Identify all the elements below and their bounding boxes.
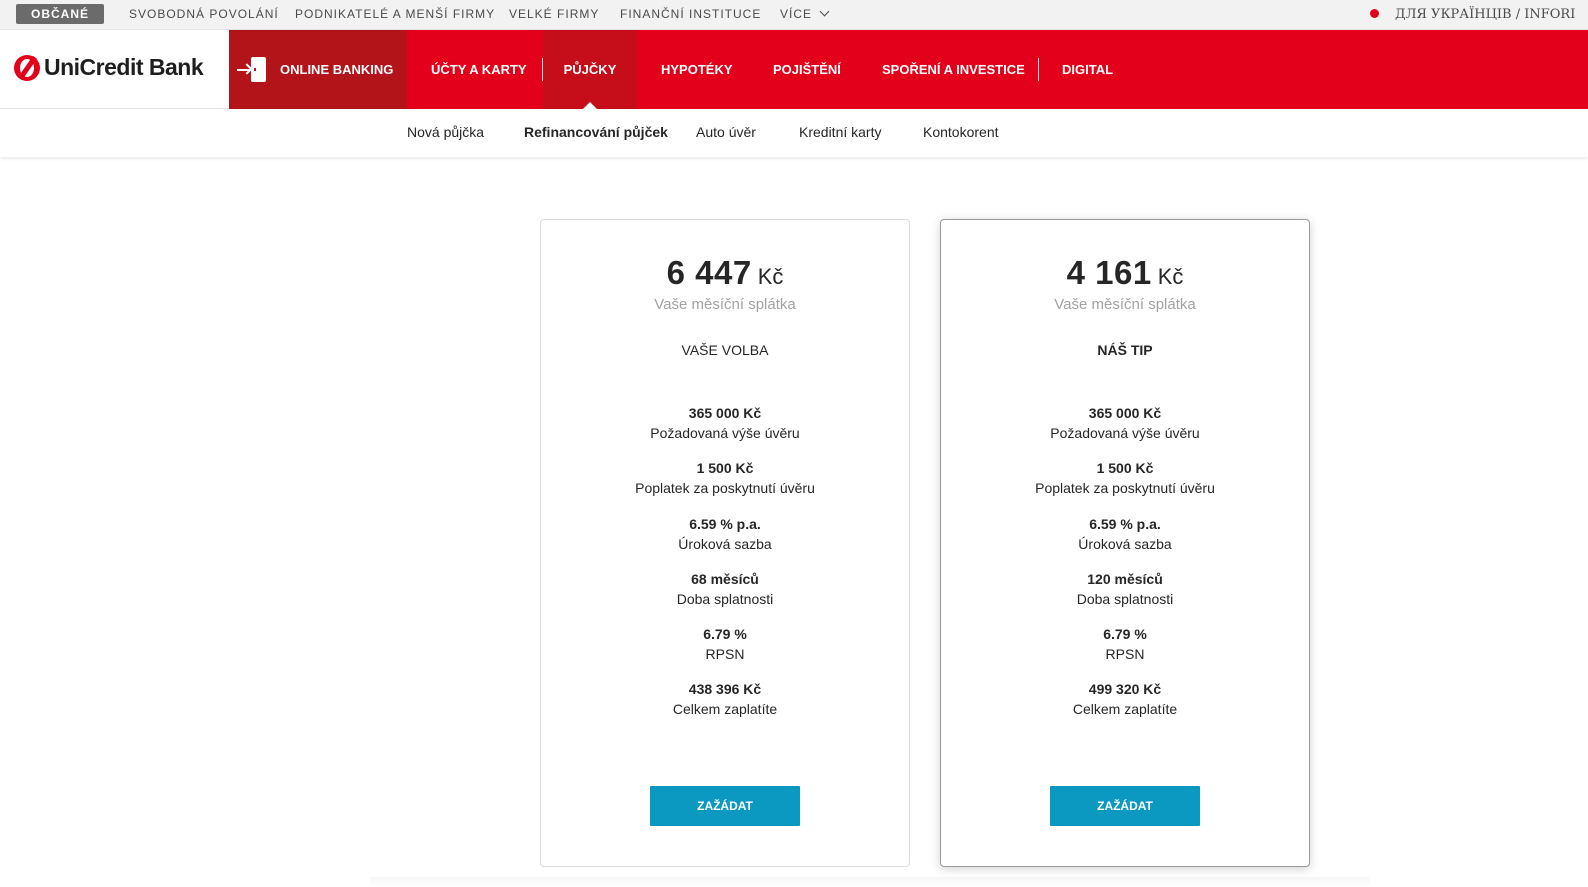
param-value: 6.59 % p.a. [689, 516, 761, 532]
nav-sporeni-a-investice[interactable]: SPOŘENÍ A INVESTICE [882, 30, 1025, 109]
monthly-payment-amount: 4 161 [1066, 254, 1152, 291]
segment-velke-firmy[interactable]: Velké firmy [509, 0, 599, 29]
main-header: UniCredit Bank Online Banking ÚČTY A KAR… [0, 30, 1588, 109]
segment-obcane[interactable]: Občané [16, 4, 105, 24]
monthly-payment-currency: Kč [1157, 264, 1184, 289]
segment-svobodna-povolani[interactable]: Svobodná povolání [129, 0, 279, 29]
chevron-down-icon [819, 6, 830, 17]
segment-financni-instituce[interactable]: Finanční instituce [620, 0, 761, 29]
param-value: 365 000 Kč [1088, 405, 1162, 421]
param-loan-amount: 365 000 Kč Požadovaná výše úvěru [541, 403, 909, 443]
nav-hypoteky[interactable]: HYPOTÉKY [661, 30, 733, 109]
param-interest-rate: 6.59 % p.a. Úroková sazba [941, 514, 1309, 554]
param-value: 1 500 Kč [696, 460, 754, 476]
loan-card-our-tip: 4 161 Kč Vaše měsíční splátka NÁŠ TIP 365… [940, 219, 1310, 867]
subnav-nova-pujcka[interactable]: Nová půjčka [407, 109, 484, 156]
ukraine-info-link[interactable]: ДЛЯ УКРАЇНЦІВ / INFORI [1370, 0, 1575, 29]
subnav-kreditni-karty[interactable]: Kreditní karty [799, 109, 881, 156]
subnav-auto-uver[interactable]: Auto úvěr [696, 109, 756, 156]
monthly-payment-currency: Kč [757, 264, 784, 289]
nav-pujcky[interactable]: PŮJČKY [543, 30, 637, 109]
param-label: RPSN [705, 646, 745, 662]
monthly-payment-amount: 6 447 [666, 254, 752, 291]
param-label: Doba splatnosti [1076, 591, 1174, 607]
param-label: Poplatek za poskytnutí úvěru [635, 480, 815, 496]
main-nav: Online Banking ÚČTY A KARTY PŮJČKY HYPOT… [229, 30, 1588, 109]
login-icon [237, 56, 269, 84]
param-value: 6.79 % [703, 626, 747, 642]
param-rpsn: 6.79 % RPSN [941, 624, 1309, 664]
red-dot-icon [1370, 9, 1379, 18]
variant-title: VAŠE VOLBA [681, 342, 769, 358]
apply-button[interactable]: ZAŽÁDAT [650, 786, 800, 826]
monthly-payment: 6 447 Kč [541, 254, 909, 292]
param-label: Požadovaná výše úvěru [650, 425, 800, 441]
apply-button[interactable]: ZAŽÁDAT [1050, 786, 1200, 826]
param-label: RPSN [1105, 646, 1145, 662]
param-value: 499 320 Kč [1088, 681, 1162, 697]
variant-title: NÁŠ TIP [1097, 342, 1153, 358]
monthly-payment-label: Vaše měsíční splátka [654, 296, 796, 313]
param-total: 499 320 Kč Celkem zaplatíte [941, 679, 1309, 719]
param-interest-rate: 6.59 % p.a. Úroková sazba [541, 514, 909, 554]
param-value: 6.59 % p.a. [1089, 516, 1161, 532]
monthly-payment-label: Vaše měsíční splátka [1054, 296, 1196, 313]
nav-digital[interactable]: DIGITAL [1062, 30, 1113, 109]
segment-vice[interactable]: Více [780, 0, 830, 29]
param-rpsn: 6.79 % RPSN [541, 624, 909, 664]
logo-text: UniCredit Bank [44, 54, 204, 80]
param-value: 6.79 % [1103, 626, 1147, 642]
subnav-refinancovani-pujcek[interactable]: Refinancování půjček [524, 109, 668, 156]
online-banking-button[interactable]: Online Banking [229, 30, 407, 109]
param-term: 68 měsíců Doba splatnosti [541, 569, 909, 609]
param-value: 68 měsíců [691, 571, 759, 587]
param-label: Celkem zaplatíte [672, 701, 778, 717]
unicredit-logo[interactable]: UniCredit Bank [14, 54, 204, 81]
param-total: 438 396 Kč Celkem zaplatíte [541, 679, 909, 719]
param-value: 120 měsíců [1087, 571, 1163, 587]
param-fee: 1 500 Kč Poplatek za poskytnutí úvěru [541, 458, 909, 498]
param-term: 120 měsíců Doba splatnosti [941, 569, 1309, 609]
nav-ucty-a-karty[interactable]: ÚČTY A KARTY [431, 30, 527, 109]
param-label: Úroková sazba [1078, 536, 1172, 552]
param-fee: 1 500 Kč Poplatek za poskytnutí úvěru [941, 458, 1309, 498]
loan-card-your-choice: 6 447 Kč Vaše měsíční splátka VAŠE VOLBA … [540, 219, 910, 867]
ukraine-info-label: ДЛЯ УКРАЇНЦІВ / INFORI [1395, 7, 1576, 22]
vice-label: Více [780, 7, 813, 21]
param-label: Celkem zaplatíte [1072, 701, 1178, 717]
sub-navigation: Nová půjčka Refinancování půjček Auto úv… [0, 109, 1588, 157]
param-label: Doba splatnosti [676, 591, 774, 607]
param-value: 365 000 Kč [688, 405, 762, 421]
unicredit-logo-icon [14, 54, 40, 81]
param-value: 438 396 Kč [688, 681, 762, 697]
footer-shadow [370, 877, 1370, 887]
param-label: Poplatek za poskytnutí úvěru [1035, 480, 1215, 496]
param-loan-amount: 365 000 Kč Požadovaná výše úvěru [941, 403, 1309, 443]
monthly-payment: 4 161 Kč [941, 254, 1309, 292]
param-value: 1 500 Kč [1096, 460, 1154, 476]
segment-podnikatele[interactable]: Podnikatelé a menší firmy [295, 0, 495, 29]
online-banking-label: Online Banking [280, 62, 394, 77]
nav-pojisteni[interactable]: POJIŠTĚNÍ [773, 30, 841, 109]
nav-separator [1038, 58, 1039, 81]
param-label: Úroková sazba [678, 536, 772, 552]
param-label: Požadovaná výše úvěru [1050, 425, 1200, 441]
segment-bar: Občané Svobodná povolání Podnikatelé a m… [0, 0, 1588, 30]
subnav-kontokorent[interactable]: Kontokorent [923, 109, 999, 156]
